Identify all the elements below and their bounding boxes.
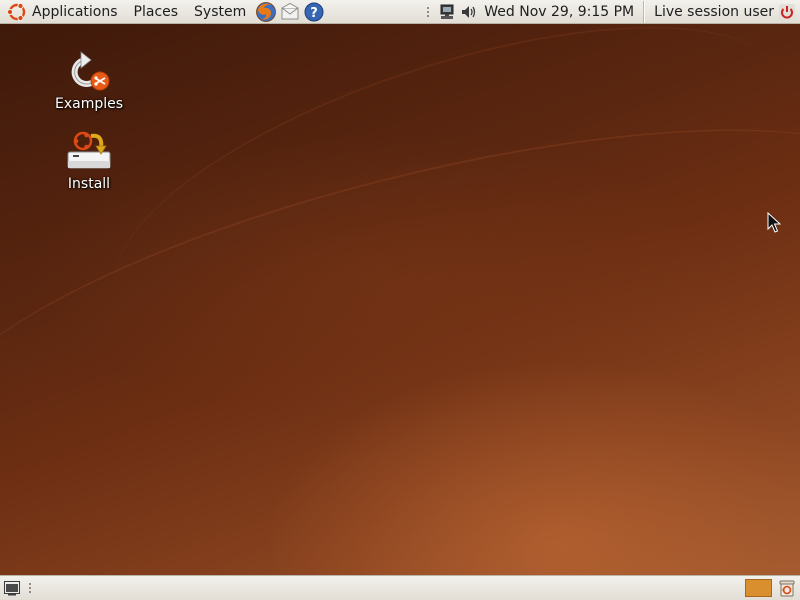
volume-control[interactable]	[459, 2, 479, 22]
top-panel: Applications Places System ? Wed Nov 29,…	[0, 0, 800, 24]
desktop-icon-label: Examples	[54, 96, 124, 112]
mouse-cursor-icon	[767, 212, 781, 233]
network-icon	[440, 4, 454, 19]
install-icon	[67, 131, 111, 169]
launcher-group: ?	[254, 0, 326, 24]
mail-icon	[281, 2, 299, 19]
system-menu-label: System	[194, 3, 247, 20]
applications-menu[interactable]: Applications	[0, 0, 126, 24]
power-icon[interactable]	[778, 3, 796, 21]
help-launcher[interactable]: ?	[302, 0, 326, 24]
examples-icon	[71, 51, 110, 91]
help-icon: ?	[304, 2, 324, 21]
show-desktop-button[interactable]	[2, 578, 22, 598]
desktop-icon-label: Install	[67, 176, 111, 192]
show-desktop-icon	[4, 581, 20, 596]
trash-icon[interactable]	[777, 578, 797, 598]
system-menu[interactable]: System	[186, 0, 254, 24]
places-menu[interactable]: Places	[126, 0, 187, 24]
firefox-launcher[interactable]	[254, 0, 278, 24]
user-switcher[interactable]: Live session user	[645, 4, 778, 20]
workspace-switcher[interactable]	[745, 579, 772, 597]
network-status[interactable]	[437, 2, 457, 22]
main-menu-bar: Applications Places System	[0, 0, 254, 24]
ubuntu-logo-icon	[6, 2, 26, 21]
mail-launcher[interactable]	[278, 0, 302, 24]
desktop-icon-install[interactable]: Install	[34, 128, 144, 192]
applications-menu-label: Applications	[32, 3, 118, 20]
places-menu-label: Places	[133, 3, 179, 20]
volume-icon	[462, 5, 476, 18]
desktop[interactable]: Examples Install	[0, 24, 800, 575]
bottom-panel	[0, 575, 800, 600]
panel-drag-handle[interactable]	[28, 582, 32, 594]
notification-area: Wed Nov 29, 9:15 PM Live session user	[420, 0, 800, 24]
clock[interactable]: Wed Nov 29, 9:15 PM	[480, 4, 643, 20]
panel-drag-handle[interactable]	[426, 5, 431, 18]
desktop-icon-examples[interactable]: Examples	[34, 48, 144, 112]
svg-text:?: ?	[310, 6, 318, 21]
firefox-icon	[256, 1, 277, 22]
